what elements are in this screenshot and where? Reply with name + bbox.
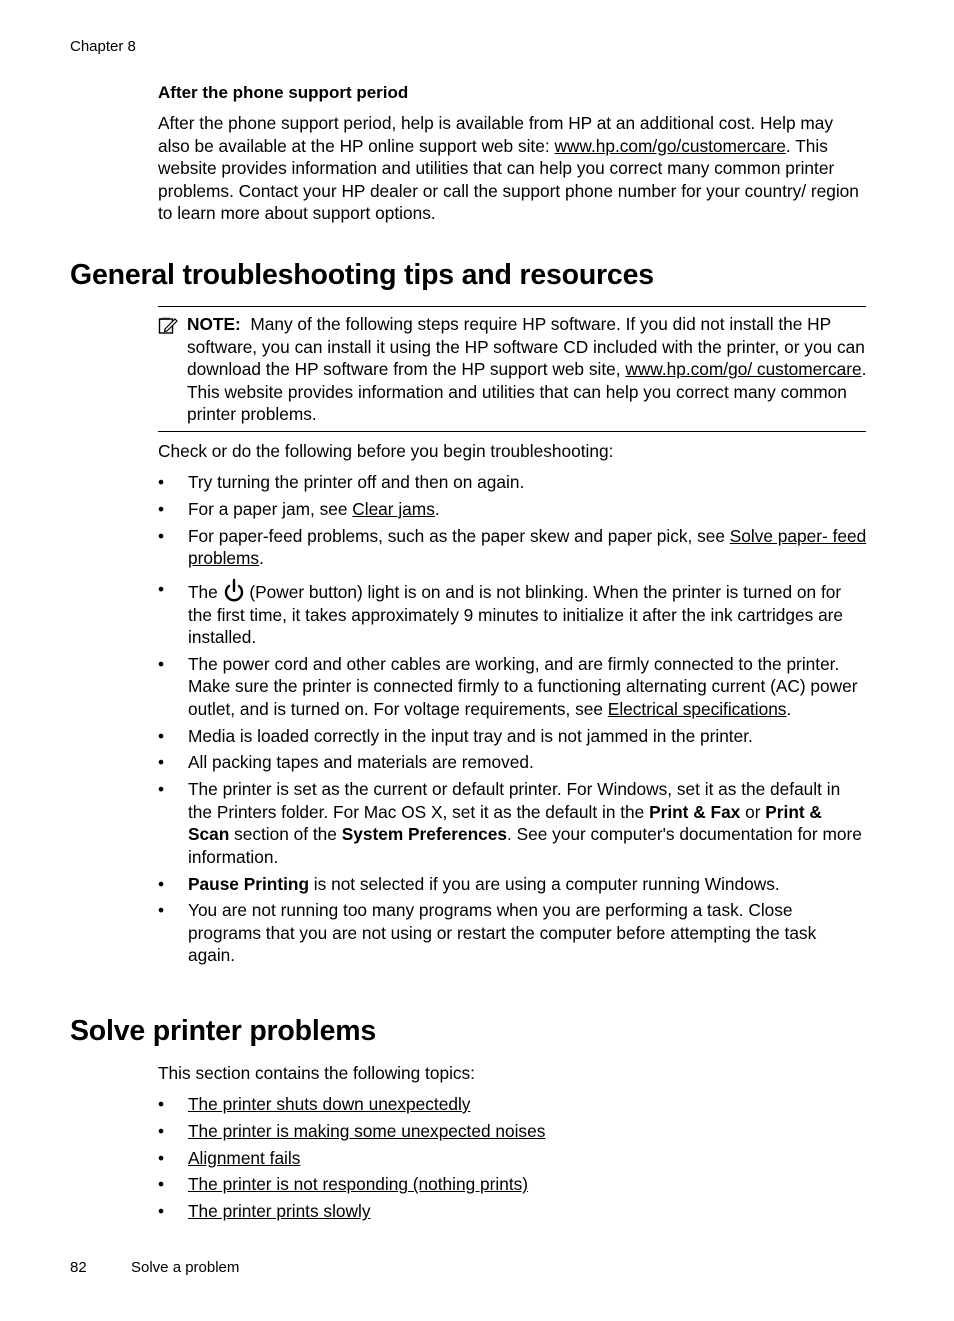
text: For a paper jam, see	[188, 498, 353, 519]
after-support-paragraph: After the phone support period, help is …	[158, 112, 868, 225]
print-fax-label: Print & Fax	[649, 801, 741, 822]
text: .	[786, 698, 792, 719]
list-item: All packing tapes and materials are remo…	[158, 751, 868, 774]
text: For paper-feed problems, such as the pap…	[188, 525, 730, 546]
list-item: The (Power button) light is on and is no…	[158, 578, 868, 649]
list-item: Try turning the printer off and then on …	[158, 471, 868, 494]
after-support-heading: After the phone support period	[158, 83, 409, 102]
list-item: The printer is making some unexpected no…	[158, 1120, 868, 1143]
solve-intro: This section contains the following topi…	[158, 1063, 475, 1083]
list-item: The printer is set as the current or def…	[158, 778, 868, 868]
note-label: NOTE:	[187, 314, 241, 334]
list-item: For a paper jam, see Clear jams.	[158, 498, 868, 521]
text: Media is loaded correctly in the input t…	[188, 725, 753, 746]
note-pencil-icon	[158, 317, 178, 334]
page-number: 82	[70, 1259, 87, 1276]
note-bottom-rule	[158, 431, 866, 432]
pause-printing-label: Pause Printing	[188, 873, 309, 894]
text: The	[188, 581, 223, 602]
power-button-icon	[224, 578, 243, 601]
list-item: The power cord and other cables are work…	[158, 653, 868, 721]
text: is not selected if you are using a compu…	[309, 873, 780, 894]
text: .	[434, 498, 440, 519]
list-item: Pause Printing is not selected if you ar…	[158, 873, 868, 896]
note-top-rule	[158, 306, 866, 307]
text: section of the	[229, 824, 342, 845]
list-item: Alignment fails	[158, 1147, 868, 1170]
solve-printer-problems-title: Solve printer problems	[70, 1015, 377, 1047]
general-troubleshooting-title: General troubleshooting tips and resourc…	[70, 259, 654, 291]
solve-topics-list: The printer shuts down unexpectedly The …	[158, 1093, 868, 1227]
topic-link-shuts-down[interactable]: The printer shuts down unexpectedly	[188, 1094, 470, 1114]
list-item: You are not running too many programs wh…	[158, 899, 868, 967]
clear-jams-link[interactable]: Clear jams	[352, 499, 435, 519]
text: You are not running too many programs wh…	[188, 900, 817, 966]
topic-link-prints-slowly[interactable]: The printer prints slowly	[188, 1201, 370, 1221]
list-item: The printer prints slowly	[158, 1200, 868, 1223]
electrical-specifications-link[interactable]: Electrical specifications	[608, 699, 787, 719]
text: .	[259, 548, 264, 569]
list-item: The printer is not responding (nothing p…	[158, 1173, 868, 1196]
list-item: For paper-feed problems, such as the pap…	[158, 525, 868, 570]
running-head: Chapter 8	[70, 38, 136, 55]
list-item: The printer shuts down unexpectedly	[158, 1093, 868, 1116]
topic-link-alignment[interactable]: Alignment fails	[188, 1148, 300, 1168]
troubleshooting-intro: Check or do the following before you beg…	[158, 441, 614, 461]
list-item: Media is loaded correctly in the input t…	[158, 725, 868, 748]
text: or	[740, 801, 766, 822]
topic-link-not-responding[interactable]: The printer is not responding (nothing p…	[188, 1174, 528, 1194]
text: Try turning the printer off and then on …	[188, 472, 525, 492]
topic-link-noises[interactable]: The printer is making some unexpected no…	[188, 1121, 545, 1141]
text: All packing tapes and materials are remo…	[188, 752, 534, 773]
troubleshooting-checklist: Try turning the printer off and then on …	[158, 471, 868, 971]
system-preferences-label: System Preferences	[341, 824, 507, 845]
footer-section-title: Solve a problem	[131, 1259, 240, 1276]
note-customercare-link[interactable]: www.hp.com/go/ customercare	[625, 359, 861, 379]
customercare-link[interactable]: www.hp.com/go/customercare	[554, 136, 785, 156]
note-box: NOTE: Many of the following steps requir…	[158, 313, 868, 426]
text: (Power button) light is on and is not bl…	[188, 581, 844, 648]
